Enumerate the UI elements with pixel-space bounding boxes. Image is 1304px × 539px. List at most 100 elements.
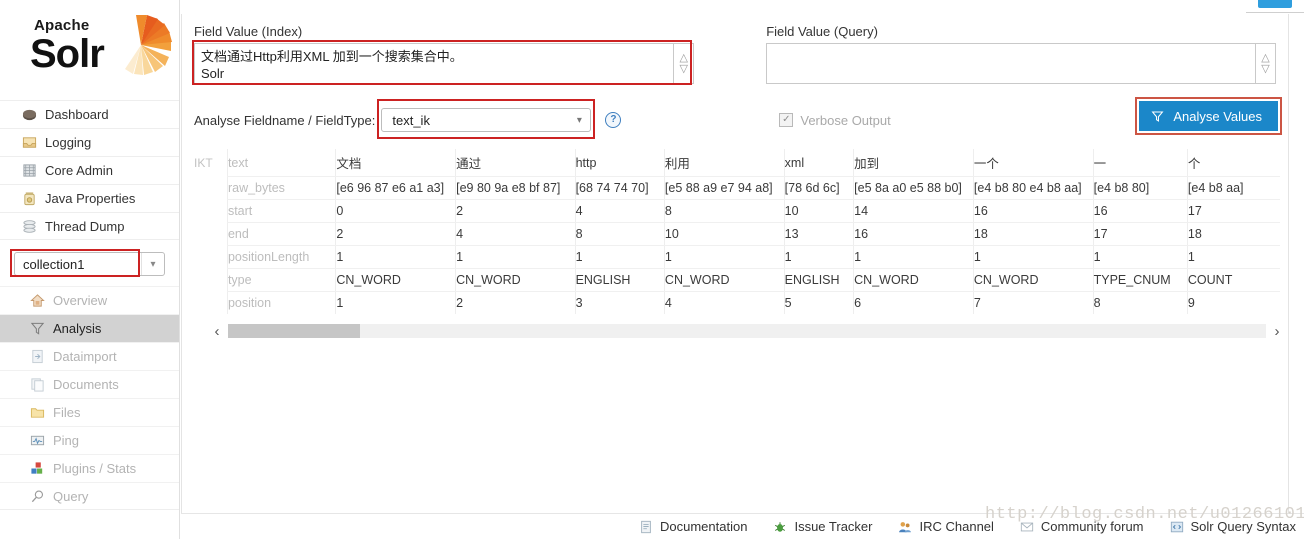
analysis-cell: 1 [1186,245,1280,269]
document-icon [641,520,651,533]
browser-rule [1246,12,1304,13]
analysis-cell: [e6 96 87 e6 a1 a3] [335,176,456,200]
chevron-down-icon[interactable]: ▾ [141,253,164,275]
analysis-cell: 5 [783,291,854,314]
analysis-cell: 1 [783,245,854,269]
analysis-cell: 2 [335,222,456,246]
footer-link-label: Community forum [1040,519,1144,534]
analysis-cell: ENGLISH [574,268,665,292]
table-row: start 0 2 4 8 10 14 16 16 17 [194,199,1280,223]
results-horizontal-scrollbar[interactable]: ‹ › [206,320,1288,342]
verbose-checkbox[interactable]: ✓ [779,113,794,127]
sidebar-item-dataimport[interactable]: Dataimport [0,342,179,370]
sidebar-item-plugins-stats[interactable]: Plugins / Stats [0,454,179,482]
sidebar-item-core-admin[interactable]: Core Admin [0,156,179,184]
analysis-row-label: raw_bytes [226,176,336,200]
field-value-row: Field Value (Index) 文档通过Http利用XML 加到一个搜索… [182,14,1288,85]
analysis-cell: 1 [853,245,974,269]
sidebar-item-logging[interactable]: Logging [0,128,179,156]
analysis-cell: [e4 b8 aa] [1186,176,1280,200]
analysis-cell: 6 [853,291,974,314]
query-field-textarea[interactable] [766,43,1256,84]
footer-link-solr-query-syntax[interactable]: Solr Query Syntax [1170,519,1297,534]
footer-link-label: Solr Query Syntax [1190,519,1297,534]
analysis-cell: 0 [335,199,456,223]
analysis-cell: 加到 [853,149,974,177]
sidebar-item-label: Documents [53,377,119,392]
fieldtype-select-wrapper: text_ik ▾ [377,99,596,139]
analyse-values-button[interactable]: Analyse Values [1139,101,1278,131]
scroll-right-arrow-icon[interactable]: › [1266,323,1288,340]
sidebar-item-query[interactable]: Query [0,482,179,510]
scrollbar-track[interactable] [228,324,1266,338]
analysis-cell: 2 [455,291,576,314]
fieldtype-select[interactable]: text_ik ▾ [381,108,592,132]
bug-icon [775,521,786,532]
analysis-cell: 一个 [972,149,1094,177]
footer-link-community-forum[interactable]: Community forum [1020,519,1144,534]
analysis-cell: CN_WORD [663,268,785,292]
analysis-cell: 17 [1092,222,1188,246]
analysis-stage-spacer [194,246,227,269]
index-field-textarea[interactable]: 文档通过Http利用XML 加到一个搜索集合中。 Solr [194,43,675,84]
funnel-icon [1151,111,1164,122]
analysis-stage-spacer [194,269,227,292]
analyse-fieldtype-label: Analyse Fieldname / FieldType: [194,112,376,128]
analysis-cell: 7 [972,291,1094,314]
footer-link-irc-channel[interactable]: IRC Channel [898,519,994,534]
analyse-values-label: Analyse Values [1173,108,1262,124]
sidebar-item-label: Files [53,405,81,420]
query-textarea-resize-handle[interactable]: △ ▽ [1256,43,1276,84]
analysis-cell: 4 [574,199,665,223]
footer-link-label: Issue Tracker [794,519,873,534]
analysis-cell: CN_WORD [455,268,576,292]
analysis-cell: 1 [335,291,456,314]
analysis-cell: CN_WORD [972,268,1094,292]
footer-link-documentation[interactable]: Documentation [639,519,747,534]
core-selector[interactable]: collection1 ▾ [14,252,165,276]
analysis-cell: 一 [1092,149,1188,177]
help-icon[interactable]: ? [605,112,622,128]
analysis-row-label: end [226,222,336,246]
chevron-down-icon[interactable]: ▾ [569,109,589,131]
analysis-cell: 16 [972,199,1094,223]
footer-link-label: Documentation [660,519,748,534]
analysis-stage-spacer [194,177,227,200]
sidebar-item-dashboard[interactable]: Dashboard [0,100,179,128]
dashboard-icon [22,109,37,121]
analysis-stage-spacer [194,292,227,315]
sidebar-item-label: Logging [45,135,92,150]
analysis-table: IKT text 文档 通过 http 利用 xml 加到 一个一个 raw_bytes [e6 9… [194,149,1280,314]
sidebar-item-analysis[interactable]: Analysis [0,314,179,342]
dataimport-icon [32,349,43,364]
sidebar-item-documents[interactable]: Documents [0,370,179,398]
sidebar-item-java-properties[interactable]: Java Properties [0,184,179,212]
index-textarea-resize-handle[interactable]: △ ▽ [674,43,695,84]
sidebar-item-overview[interactable]: Overview [0,286,179,314]
analysis-cell: 4 [455,222,576,246]
analysis-cell: 8 [663,199,785,223]
documents-icon [31,378,44,392]
verbose-output-control[interactable]: ✓ Verbose Output [779,113,891,128]
scroll-left-arrow-icon[interactable]: ‹ [206,323,228,340]
footer-link-issue-tracker[interactable]: Issue Tracker [773,519,872,534]
core-selector-wrapper: collection1 ▾ [10,249,165,277]
home-icon [30,294,45,307]
core-selector-value: collection1 [23,256,85,272]
analysis-cell: 10 [663,222,785,246]
sidebar-item-label: Dataimport [53,349,117,364]
analysis-row-label: start [226,199,336,223]
table-row: raw_bytes [e6 96 87 e6 a1 a3] [e9 80 9a e8… [194,176,1280,200]
sidebar-item-thread-dump[interactable]: Thread Dump [0,212,179,240]
analysis-cell: 8 [574,222,665,246]
analysis-cell: http [574,149,665,177]
analysis-stage-spacer [194,223,227,246]
core-nav: Overview Analysis Dataimport Documents F… [0,286,179,510]
analysis-row-label: type [226,268,336,292]
solr-logo[interactable]: Apache Solr [0,0,179,100]
scrollbar-thumb[interactable] [228,324,360,338]
sidebar-item-ping[interactable]: Ping [0,426,179,454]
sidebar-item-files[interactable]: Files [0,398,179,426]
thread-dump-icon [23,219,36,233]
table-row: positionLength 1 1 1 1 1 1 1 1 1 [194,245,1280,269]
